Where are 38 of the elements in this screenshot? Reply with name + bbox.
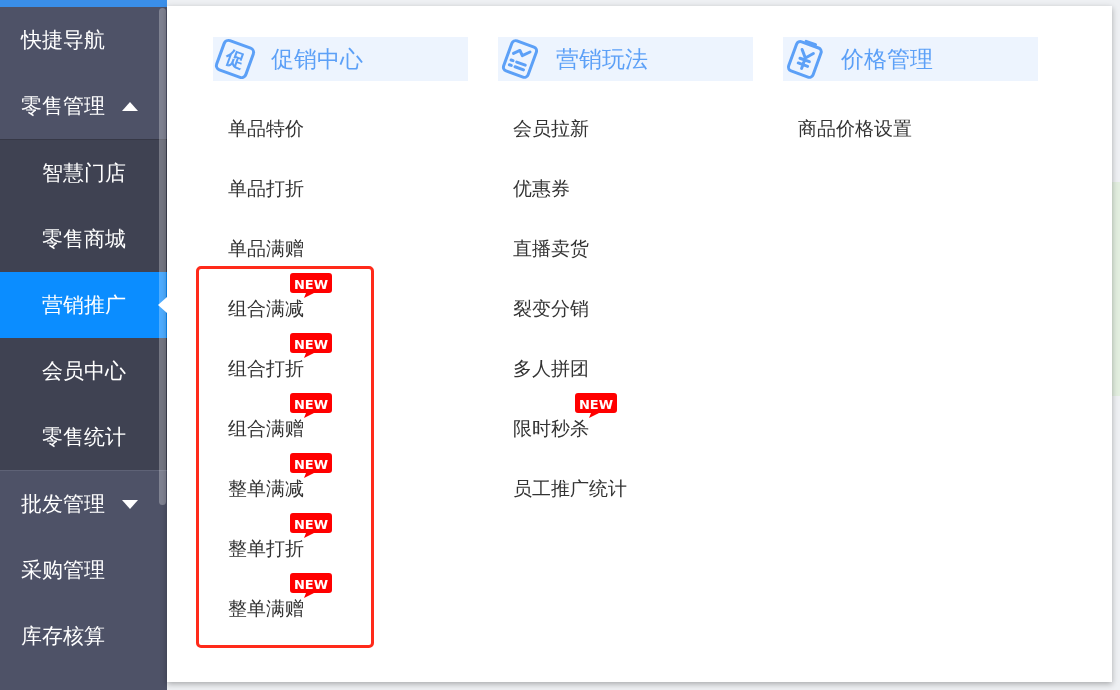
menu-item[interactable]: 会员拉新	[513, 116, 589, 140]
nav-item[interactable]: 库存核算	[0, 603, 167, 669]
menu-item[interactable]: 整单打折	[228, 536, 304, 560]
new-badge: NEW	[290, 273, 332, 298]
menu-item[interactable]: 组合满减	[228, 296, 304, 320]
nav-item[interactable]: 智慧门店	[0, 140, 167, 206]
menu-item[interactable]: 组合满赠	[228, 416, 304, 440]
nav-item[interactable]: 零售管理	[0, 73, 167, 139]
menu-item[interactable]: 整单满赠	[228, 596, 304, 620]
menu-item[interactable]: 直播卖货	[513, 236, 589, 260]
new-badge: NEW	[290, 333, 332, 358]
new-badge: NEW	[290, 393, 332, 418]
nav-item[interactable]: 快捷导航	[0, 7, 167, 73]
new-badge: NEW	[290, 513, 332, 538]
menu-item[interactable]: 裂变分销	[513, 296, 589, 320]
menu-item[interactable]: 限时秒杀	[513, 416, 589, 440]
scrollbar-thumb[interactable]	[159, 8, 166, 505]
nav-item[interactable]: 批发管理	[0, 471, 167, 537]
nav-item[interactable]: 零售商城	[0, 206, 167, 272]
menu-item[interactable]: 优惠券	[513, 176, 570, 200]
menu-item[interactable]: 单品打折	[228, 176, 304, 200]
nav-item[interactable]: 采购管理	[0, 537, 167, 603]
section-title: 促销中心	[271, 44, 363, 74]
menu-item[interactable]: 员工推广统计	[513, 476, 627, 500]
menu-item[interactable]: 商品价格设置	[798, 116, 912, 140]
new-badge: NEW	[290, 573, 332, 598]
section-title: 价格管理	[841, 44, 933, 74]
new-badge: NEW	[575, 393, 617, 418]
character-tile-icon: 促	[213, 37, 257, 81]
nav-item[interactable]: 零售统计	[0, 404, 167, 470]
menu-item[interactable]: 单品特价	[228, 116, 304, 140]
menu-item[interactable]: 整单满减	[228, 476, 304, 500]
new-badge: NEW	[290, 453, 332, 478]
section-title: 营销玩法	[556, 44, 648, 74]
nav-item[interactable]: 会员中心	[0, 338, 167, 404]
menu-item[interactable]: 多人拼团	[513, 356, 589, 380]
menu-item[interactable]: 组合打折	[228, 356, 304, 380]
menu-item[interactable]: 单品满赠	[228, 236, 304, 260]
